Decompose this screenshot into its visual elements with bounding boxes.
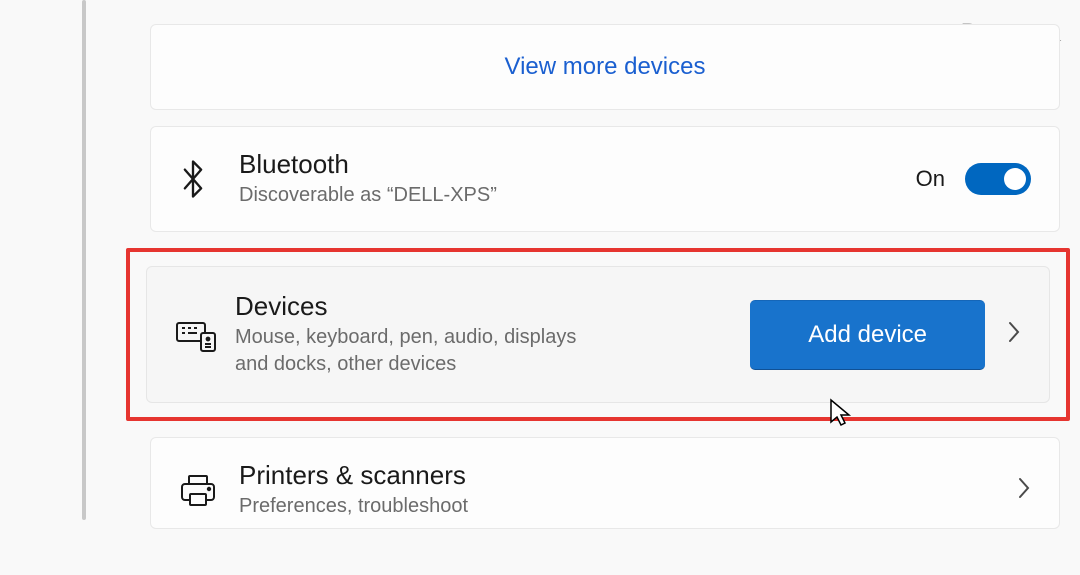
devices-body: Devices Mouse, keyboard, pen, audio, dis… [235, 291, 750, 378]
devices-subtitle: Mouse, keyboard, pen, audio, displays an… [235, 324, 615, 378]
add-device-button[interactable]: Add device [750, 300, 985, 370]
settings-list: View more devices Bluetooth Discoverable… [150, 24, 1060, 529]
highlight-annotation: Devices Mouse, keyboard, pen, audio, dis… [126, 248, 1070, 421]
printers-subtitle: Preferences, troubleshoot [239, 493, 995, 520]
chevron-right-icon [1017, 476, 1031, 505]
printers-title: Printers & scanners [239, 460, 995, 491]
bluetooth-toggle-group: On [916, 163, 1031, 195]
printers-body: Printers & scanners Preferences, trouble… [239, 460, 995, 520]
bluetooth-title: Bluetooth [239, 149, 916, 180]
chevron-right-icon [1007, 320, 1021, 349]
devices-card[interactable]: Devices Mouse, keyboard, pen, audio, dis… [146, 266, 1050, 403]
scrollbar-track[interactable] [82, 0, 86, 520]
printers-card[interactable]: Printers & scanners Preferences, trouble… [150, 437, 1060, 529]
bluetooth-icon [179, 159, 239, 199]
bluetooth-toggle-label: On [916, 166, 945, 192]
bluetooth-card[interactable]: Bluetooth Discoverable as “DELL-XPS” On [150, 126, 1060, 232]
devices-title: Devices [235, 291, 750, 322]
view-more-devices-button[interactable]: View more devices [150, 24, 1060, 110]
bluetooth-body: Bluetooth Discoverable as “DELL-XPS” [239, 149, 916, 209]
printer-icon [179, 473, 239, 507]
bluetooth-subtitle: Discoverable as “DELL-XPS” [239, 182, 916, 209]
view-more-label: View more devices [505, 53, 706, 81]
devices-icon [175, 317, 235, 353]
bluetooth-toggle[interactable] [965, 163, 1031, 195]
